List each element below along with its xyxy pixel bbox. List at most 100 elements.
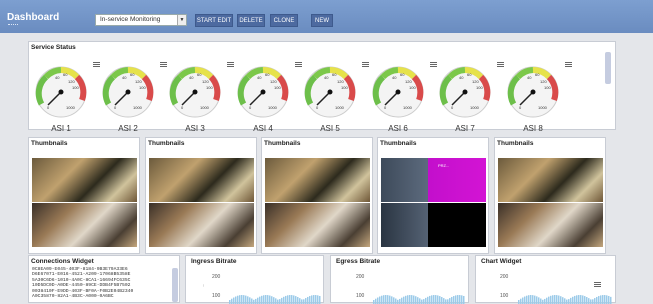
menu-icon[interactable]	[93, 62, 100, 67]
svg-text:1000: 1000	[403, 105, 413, 110]
svg-text:60: 60	[332, 72, 337, 77]
gauge-dial: 40 60 120 100 0 1000	[102, 66, 154, 118]
service-status-panel: Service Status 40 60 120 100 0 1000 ASI …	[28, 41, 616, 133]
svg-text:40: 40	[55, 75, 60, 80]
chart-widget-title: Chart Widget	[481, 258, 522, 265]
menu-icon[interactable]	[497, 62, 504, 67]
connections-title: Connections Widget	[31, 258, 94, 265]
svg-text:1000: 1000	[268, 105, 278, 110]
thumbnail-image[interactable]	[265, 203, 370, 247]
svg-text:100: 100	[476, 85, 483, 90]
gauge-dial: 40 60 120 100 0 1000	[372, 66, 424, 118]
gauge-6: 40 60 120 100 0 1000 ASI 6	[372, 64, 424, 148]
clone-button[interactable]: CLONE	[270, 14, 298, 27]
gauge-label: ASI 6	[388, 124, 408, 133]
menu-icon[interactable]	[160, 62, 167, 67]
menu-icon[interactable]	[430, 62, 437, 67]
service-status-title: Service Status	[31, 44, 76, 51]
ingress-tick-200: 200	[212, 274, 221, 280]
thumbnails-panel: Thumbnails PRZ...	[377, 137, 489, 254]
svg-text:100: 100	[139, 85, 146, 90]
connection-id[interactable]: 10D5DC0D-A0DE-4450-89CE-DDB4F5B7502	[32, 283, 133, 288]
gauge-dial: 40 60 120 100 0 1000	[439, 66, 491, 118]
thumbnail-image[interactable]	[32, 203, 137, 247]
gauge-3: 40 60 120 100 0 1000 ASI 3	[169, 64, 221, 148]
gauge-label: ASI 3	[185, 124, 205, 133]
svg-text:60: 60	[265, 72, 270, 77]
gauge-dial: 40 60 120 100 0 1000	[237, 66, 289, 118]
svg-text:60: 60	[467, 72, 472, 77]
connections-scrollbar[interactable]	[172, 268, 178, 302]
gauge-label: ASI 2	[118, 124, 138, 133]
svg-text:40: 40	[527, 75, 532, 80]
thumbnails-panel: Thumbnails	[261, 137, 373, 254]
top-bar: Dashboard In-service Monitoring ▼ START …	[0, 0, 653, 33]
ingress-title: Ingress Bitrate	[191, 258, 237, 265]
dashboard-subtitle-dots	[8, 24, 18, 26]
svg-text:1000: 1000	[133, 105, 143, 110]
thumbnails-panel: Thumbnails	[494, 137, 606, 254]
delete-button[interactable]: DELETE	[237, 14, 265, 27]
thumbnails-title: Thumbnails	[497, 140, 534, 147]
chevron-down-icon: ▼	[177, 15, 186, 25]
egress-tick-100: 100	[356, 293, 365, 299]
thumbnail-image[interactable]	[381, 158, 486, 202]
svg-text:60: 60	[197, 72, 202, 77]
svg-text:100: 100	[206, 85, 213, 90]
chart-widget: Chart Widget 200 100	[475, 255, 616, 304]
svg-text:120: 120	[270, 79, 277, 84]
thumbnail-image[interactable]	[149, 158, 254, 202]
svg-text:120: 120	[135, 79, 142, 84]
chart-tick-200: 200	[500, 274, 509, 280]
menu-icon[interactable]	[227, 62, 234, 67]
svg-text:1000: 1000	[470, 105, 480, 110]
monitoring-select-value: In-service Monitoring	[100, 16, 161, 23]
service-status-scrollbar[interactable]	[605, 52, 611, 84]
gauge-1: 40 60 120 100 0 1000 ASI 1	[35, 64, 87, 148]
menu-icon[interactable]	[362, 62, 369, 67]
thumbnail-image[interactable]	[149, 203, 254, 247]
svg-text:40: 40	[392, 75, 397, 80]
gauge-dial: 40 60 120 100 0 1000	[35, 66, 87, 118]
thumbnail-image[interactable]	[498, 203, 603, 247]
svg-text:40: 40	[122, 75, 127, 80]
dashboard-title: Dashboard	[7, 12, 60, 23]
thumbnail-image[interactable]	[381, 203, 486, 247]
thumbnail-image[interactable]	[32, 158, 137, 202]
connections-widget: Connections Widget 0C8EA09-E045-403F-818…	[28, 255, 180, 303]
new-button[interactable]: NEW	[311, 14, 333, 27]
menu-icon[interactable]	[594, 282, 601, 287]
svg-text:120: 120	[337, 79, 344, 84]
chart-tick-100: 100	[500, 293, 509, 299]
thumbnails-title: Thumbnails	[264, 140, 301, 147]
thumbnail-image[interactable]	[265, 158, 370, 202]
gauge-7: 40 60 120 100 0 1000 ASI 7	[439, 64, 491, 148]
gauge-label: ASI 7	[455, 124, 475, 133]
gauge-label: ASI 8	[523, 124, 543, 133]
ingress-bitrate-widget: Ingress Bitrate 200 100 ⋯	[185, 255, 324, 304]
thumbnail-image[interactable]	[498, 158, 603, 202]
svg-text:40: 40	[189, 75, 194, 80]
connections-list: 0C8EA09-E045-403F-8184-9B3E79A33E6 D6E67…	[32, 267, 133, 299]
menu-icon[interactable]	[565, 62, 572, 67]
ingress-axis-label: ⋯	[200, 283, 206, 288]
svg-text:100: 100	[72, 85, 79, 90]
svg-text:120: 120	[68, 79, 75, 84]
gauge-dial: 40 60 120 100 0 1000	[169, 66, 221, 118]
monitoring-select[interactable]: In-service Monitoring ▼	[95, 14, 187, 26]
gauge-5: 40 60 120 100 0 1000 ASI 5	[304, 64, 356, 148]
menu-icon[interactable]	[295, 62, 302, 67]
svg-text:100: 100	[409, 85, 416, 90]
svg-text:120: 120	[472, 79, 479, 84]
gauge-dial: 40 60 120 100 0 1000	[507, 66, 559, 118]
svg-text:1000: 1000	[200, 105, 210, 110]
gauge-4: 40 60 120 100 0 1000 ASI 4	[237, 64, 289, 148]
svg-text:60: 60	[535, 72, 540, 77]
svg-text:100: 100	[274, 85, 281, 90]
connection-id[interactable]: A0C35870-82A1-4B3C-A000-0A6BC	[32, 294, 133, 299]
ingress-tick-100: 100	[212, 293, 221, 299]
start-edit-button[interactable]: START EDIT	[195, 14, 233, 27]
svg-text:60: 60	[400, 72, 405, 77]
svg-text:100: 100	[544, 85, 551, 90]
thumbnails-panel: Thumbnails	[145, 137, 257, 254]
